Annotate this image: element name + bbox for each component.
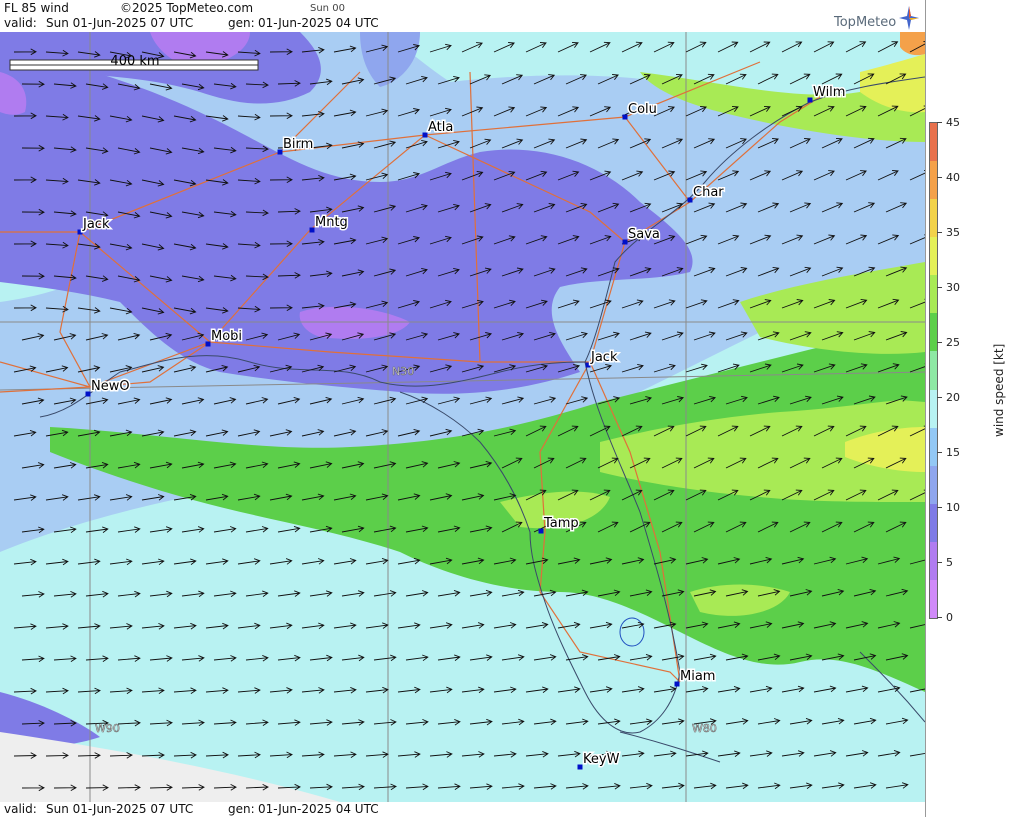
city-label: Jack bbox=[82, 217, 110, 232]
colorbar-tick bbox=[937, 562, 942, 563]
colorbar-segment bbox=[930, 161, 937, 200]
city-marker bbox=[622, 239, 628, 245]
colorbar-tick bbox=[937, 232, 942, 233]
colorbar-segment bbox=[930, 123, 937, 162]
city-label: Char bbox=[693, 185, 724, 200]
city-marker bbox=[422, 132, 428, 138]
gen-time: 01-Jun-2025 04 UTC bbox=[258, 16, 379, 30]
city-wilm[interactable]: Wilm bbox=[807, 84, 847, 103]
colorbar-tick-label: 45 bbox=[946, 116, 960, 129]
city-jack[interactable]: Jack bbox=[585, 349, 619, 368]
city-keyw[interactable]: KeyW bbox=[577, 751, 621, 770]
colorbar-tick-label: 10 bbox=[946, 501, 960, 514]
colorbar-tick bbox=[937, 177, 942, 178]
city-label: Sava bbox=[628, 227, 660, 242]
city-marker bbox=[687, 197, 693, 203]
header: FL 85 wind ©2025 TopMeteo.com Sun 00 val… bbox=[0, 0, 925, 32]
city-marker bbox=[538, 528, 544, 534]
colorbar-tick bbox=[937, 452, 942, 453]
colorbar-segment bbox=[930, 465, 937, 505]
city-marker bbox=[674, 681, 680, 687]
city-label: Miam bbox=[680, 669, 715, 684]
footer-gen-time: 01-Jun-2025 04 UTC bbox=[258, 802, 379, 816]
wind-map[interactable]: 400 km N30 W90 W80 Birm Atla Colu Wilm Char S… bbox=[0, 32, 925, 802]
city-birm[interactable]: Birm bbox=[277, 136, 315, 155]
colorbar-segment bbox=[930, 313, 937, 352]
city-label: Birm bbox=[283, 137, 313, 152]
grid-label-w90: W90 bbox=[95, 722, 120, 735]
footer-valid-time: Sun 01-Jun-2025 07 UTC bbox=[46, 802, 194, 816]
colorbar-segment bbox=[930, 579, 937, 619]
grid-label-w80: W80 bbox=[692, 722, 717, 735]
topmeteo-logo: TopMeteo bbox=[834, 15, 897, 30]
grid-label-n30: N30 bbox=[392, 365, 414, 378]
city-miam[interactable]: Miam bbox=[674, 668, 717, 687]
city-mobi[interactable]: Mobi bbox=[205, 328, 244, 347]
city-marker bbox=[585, 362, 591, 368]
city-sava[interactable]: Sava bbox=[622, 226, 661, 245]
colorbar-tick-label: 35 bbox=[946, 226, 960, 239]
copyright: ©2025 TopMeteo.com bbox=[120, 1, 254, 15]
colorbar-unit-label: wind speed [kt] bbox=[992, 343, 1006, 437]
city-label: Jack bbox=[590, 350, 618, 365]
city-label: Tamp bbox=[543, 516, 579, 531]
city-jack[interactable]: Jack bbox=[77, 216, 111, 235]
city-marker bbox=[205, 341, 211, 347]
city-tamp[interactable]: Tamp bbox=[538, 515, 580, 534]
colorbar-segment bbox=[930, 351, 937, 391]
city-label: Atla bbox=[428, 120, 453, 135]
valid-label: valid: bbox=[4, 16, 37, 30]
colorbar-tick-label: 30 bbox=[946, 281, 960, 294]
colorbar-segment bbox=[930, 275, 937, 314]
city-label: Mntg bbox=[315, 215, 348, 230]
city-newo[interactable]: NewO bbox=[85, 378, 131, 397]
city-marker bbox=[277, 149, 283, 155]
city-label: KeyW bbox=[583, 752, 620, 767]
colorbar-segment bbox=[930, 503, 937, 543]
city-label: Mobi bbox=[211, 329, 242, 344]
valid-time: Sun 01-Jun-2025 07 UTC bbox=[46, 16, 194, 30]
footer-gen-label: gen: bbox=[228, 802, 255, 816]
city-label: NewO bbox=[91, 379, 130, 394]
colorbar-segment bbox=[930, 541, 937, 581]
city-char[interactable]: Char bbox=[687, 184, 726, 203]
map-title: FL 85 wind bbox=[4, 1, 69, 15]
model-run: Sun 00 bbox=[310, 3, 345, 14]
city-marker bbox=[85, 391, 91, 397]
scale-bar-label: 400 km bbox=[110, 54, 159, 69]
colorbar-tick-label: 40 bbox=[946, 171, 960, 184]
city-colu[interactable]: Colu bbox=[622, 101, 658, 120]
city-mntg[interactable]: Mntg bbox=[309, 214, 349, 233]
city-marker bbox=[309, 227, 315, 233]
city-marker bbox=[577, 764, 583, 770]
colorbar-segment bbox=[930, 427, 937, 467]
city-label: Colu bbox=[628, 102, 657, 117]
city-label: Wilm bbox=[813, 85, 845, 100]
colorbar-tick-label: 0 bbox=[946, 611, 953, 624]
colorbar-segment bbox=[930, 389, 937, 429]
city-marker bbox=[77, 229, 83, 235]
colorbar-tick-label: 5 bbox=[946, 556, 953, 569]
colorbar-tick bbox=[937, 507, 942, 508]
colorbar-segment bbox=[930, 199, 937, 238]
city-marker bbox=[807, 97, 813, 103]
colorbar-tick-label: 15 bbox=[946, 446, 960, 459]
colorbar-tick-label: 25 bbox=[946, 336, 960, 349]
colorbar-tick bbox=[937, 122, 942, 123]
wind-speed-colorbar bbox=[929, 122, 938, 619]
colorbar-tick-label: 20 bbox=[946, 391, 960, 404]
footer-valid-label: valid: bbox=[4, 802, 37, 816]
colorbar-tick bbox=[937, 287, 942, 288]
compass-star-icon bbox=[899, 6, 919, 30]
city-atla[interactable]: Atla bbox=[422, 119, 455, 138]
footer: valid: Sun 01-Jun-2025 07 UTC gen: 01-Ju… bbox=[0, 802, 925, 817]
colorbar-tick bbox=[937, 617, 942, 618]
colorbar-segment bbox=[930, 237, 937, 276]
city-marker bbox=[622, 114, 628, 120]
wind-map-canvas[interactable]: 400 km N30 W90 W80 Birm Atla Colu Wilm Char S… bbox=[0, 32, 925, 802]
colorbar-tick bbox=[937, 342, 942, 343]
gen-label: gen: bbox=[228, 16, 255, 30]
colorbar-tick bbox=[937, 397, 942, 398]
